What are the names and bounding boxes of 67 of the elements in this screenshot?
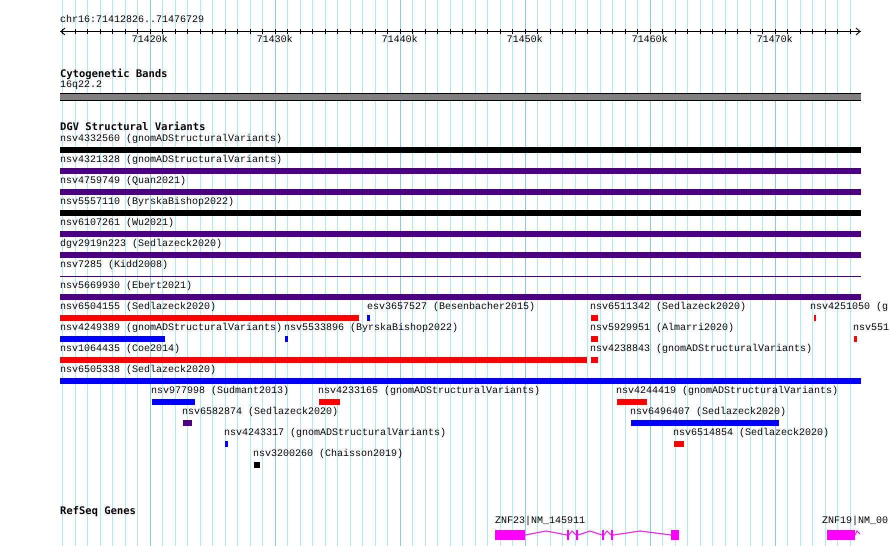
variant-bar[interactable] — [60, 315, 359, 321]
variant-bar[interactable] — [60, 357, 587, 363]
variant-label[interactable]: nsv4243317 (gnomADStructuralVariants) — [224, 428, 446, 440]
variant-label[interactable]: nsv4321328 (gnomADStructuralVariants) — [60, 155, 282, 167]
tick-label: 71430k — [256, 35, 294, 47]
tick-label: 71450k — [506, 35, 544, 47]
variant-label[interactable]: nsv977998 (Sudmant2013) — [151, 386, 290, 398]
variant-bar[interactable] — [591, 336, 598, 342]
variant-label[interactable]: nsv6582874 (Sedlazeck2020) — [182, 407, 338, 419]
gene-label[interactable]: ZNF23|NM_145911 — [495, 516, 586, 528]
variant-label[interactable]: nsv5533896 (ByrskaBishop2022) — [284, 323, 458, 335]
tick-label: 71470k — [756, 35, 794, 47]
variant-label[interactable]: nsv5669930 (Ebert2021) — [60, 281, 192, 293]
variant-label[interactable]: nsv4244419 (gnomADStructuralVariants) — [616, 386, 838, 398]
variant-label[interactable]: nsv4332560 (gnomADStructuralVariants) — [60, 134, 282, 146]
variant-bar[interactable] — [285, 336, 288, 342]
variant-label[interactable]: nsv6496407 (Sedlazeck2020) — [630, 407, 786, 419]
variant-bar[interactable] — [152, 399, 195, 405]
variant-bar[interactable] — [631, 420, 779, 426]
variant-label[interactable]: nsv6107261 (Wu2021) — [60, 218, 174, 230]
variant-bar[interactable] — [591, 315, 598, 321]
tick-label: 71420k — [130, 35, 169, 47]
band-label: 16q22.2 — [60, 80, 102, 92]
variant-bar[interactable] — [60, 252, 861, 258]
variant-bar[interactable] — [60, 378, 861, 384]
variant-label[interactable]: nsv7285 (Kidd2008) — [60, 260, 168, 272]
variant-bar[interactable] — [674, 441, 684, 447]
gene-model-drawing[interactable] — [495, 530, 679, 540]
track-title: DGV Structural Variants — [60, 121, 206, 133]
track-title: RefSeq Genes — [60, 505, 136, 517]
variant-label[interactable]: nsv4759749 (Quan2021) — [60, 176, 186, 188]
variant-bar[interactable] — [60, 294, 861, 300]
variant-bar[interactable] — [254, 462, 260, 468]
variant-label[interactable]: nsv4251050 (g — [810, 302, 888, 314]
track-title: Cytogenetic Bands — [60, 68, 168, 80]
variant-bar[interactable] — [319, 399, 340, 405]
variant-label[interactable]: nsv551 — [853, 323, 890, 335]
variant-bar[interactable] — [60, 231, 861, 237]
variant-bar[interactable] — [60, 147, 861, 153]
variant-bar[interactable] — [591, 357, 598, 363]
variant-bar[interactable] — [60, 168, 861, 174]
variant-bar[interactable] — [225, 441, 228, 447]
variant-label[interactable]: dgv2919n223 (Sedlazeck2020) — [60, 239, 222, 251]
variant-label[interactable]: nsv5557110 (ByrskaBishop2022) — [60, 197, 234, 209]
gene-label[interactable]: ZNF19|NM_00 — [822, 516, 888, 528]
variant-bar[interactable] — [854, 336, 857, 342]
variant-label[interactable]: esv3657527 (Besenbacher2015) — [367, 302, 536, 314]
variant-label[interactable]: nsv4238843 (gnomADStructuralVariants) — [590, 344, 812, 356]
location-label: chr16:71412826..71476729 — [60, 15, 204, 27]
variant-label[interactable]: nsv4249389 (gnomADStructuralVariants) — [60, 323, 282, 335]
variant-label[interactable]: nsv6511342 (Sedlazeck2020) — [590, 302, 746, 314]
variant-label[interactable]: nsv6504155 (Sedlazeck2020) — [60, 302, 216, 314]
gene-model-drawing[interactable] — [827, 530, 860, 540]
variant-label[interactable]: nsv1064435 (Coe2014) — [60, 344, 180, 356]
tick-label: 71460k — [630, 35, 669, 47]
variant-bar[interactable] — [60, 336, 165, 342]
variant-bar[interactable] — [60, 189, 861, 195]
variant-label[interactable]: nsv5929951 (Almarri2020) — [590, 323, 734, 335]
variant-label[interactable]: nsv4233165 (gnomADStructuralVariants) — [318, 386, 540, 398]
variant-bar[interactable] — [617, 399, 647, 405]
variant-label[interactable]: nsv6514854 (Sedlazeck2020) — [673, 428, 830, 440]
variant-bar[interactable] — [367, 315, 370, 321]
tick-label: 71440k — [380, 35, 419, 47]
variant-label[interactable]: nsv6505338 (Sedlazeck2020) — [60, 365, 216, 377]
variant-bar[interactable] — [183, 420, 192, 426]
variant-bar[interactable] — [60, 210, 861, 216]
variant-label[interactable]: nsv3200260 (Chaisson2019) — [253, 449, 404, 461]
